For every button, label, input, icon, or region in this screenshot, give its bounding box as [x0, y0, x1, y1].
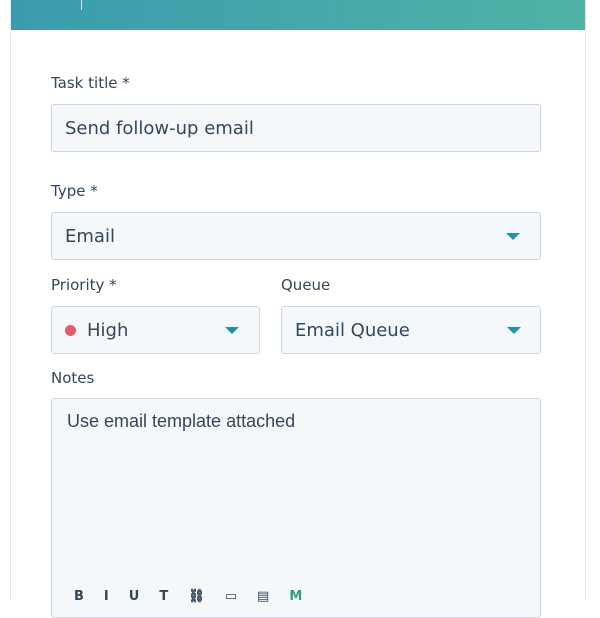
- queue-select[interactable]: Email Queue: [281, 306, 541, 354]
- queue-value: Email Queue: [295, 319, 410, 341]
- bold-icon[interactable]: B: [74, 589, 84, 604]
- notes-label: Notes: [51, 369, 95, 387]
- chevron-down-icon: [225, 327, 239, 334]
- chevron-down-icon: [506, 233, 520, 240]
- notes-text[interactable]: Use email template attached: [67, 411, 295, 432]
- notes-editor[interactable]: Use email template attached B I U T ⛓ ▭ …: [51, 398, 541, 618]
- panel-header: [11, 0, 585, 30]
- priority-value: High: [87, 319, 129, 341]
- priority-status-dot-icon: [65, 324, 76, 336]
- document-icon[interactable]: ▤: [257, 589, 269, 604]
- text-style-icon[interactable]: T: [159, 589, 168, 604]
- italic-icon[interactable]: I: [104, 589, 109, 604]
- link-icon[interactable]: ⛓: [188, 589, 205, 604]
- type-select[interactable]: Email: [51, 212, 541, 260]
- priority-label: Priority *: [51, 276, 117, 294]
- priority-select[interactable]: High: [51, 306, 260, 354]
- queue-label: Queue: [281, 276, 331, 294]
- type-label: Type *: [51, 182, 98, 200]
- type-value: Email: [65, 225, 115, 247]
- underline-icon[interactable]: U: [129, 589, 140, 604]
- task-form-panel: Task title * Send follow-up email Type *…: [10, 0, 586, 618]
- template-icon[interactable]: M: [289, 589, 302, 604]
- chevron-down-icon: [507, 327, 521, 334]
- rich-text-toolbar: B I U T ⛓ ▭ ▤ M: [74, 589, 302, 604]
- header-divider: [81, 0, 82, 10]
- image-icon[interactable]: ▭: [225, 589, 237, 604]
- task-title-input[interactable]: Send follow-up email: [51, 104, 541, 152]
- task-title-value: Send follow-up email: [65, 117, 254, 139]
- task-title-label: Task title *: [51, 74, 130, 92]
